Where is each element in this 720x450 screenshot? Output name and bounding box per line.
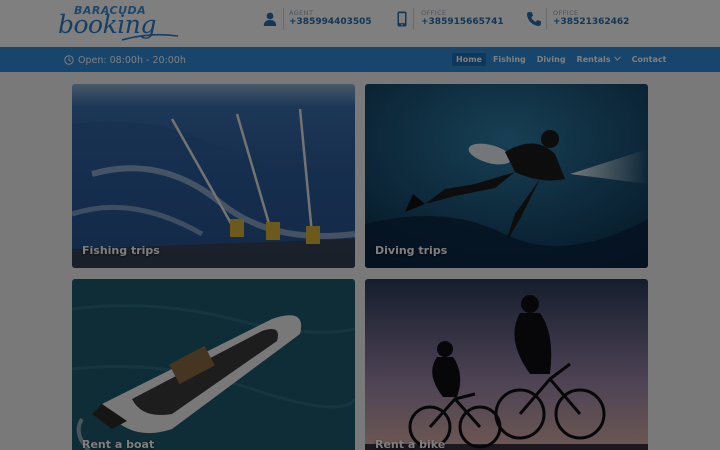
mobile-icon <box>397 11 407 27</box>
clock-icon <box>64 55 74 65</box>
contact-separator <box>413 8 414 30</box>
chevron-down-icon <box>613 56 621 61</box>
diving-trips-image <box>365 84 648 268</box>
main-navbar: Open: 08:00h - 20:00h Home Fishing Divin… <box>0 47 720 72</box>
nav-menu: Home Fishing Diving Rentals Contact <box>452 52 670 67</box>
contact-agent[interactable]: AGENT +385994403505 <box>262 0 382 47</box>
contact-separator <box>283 8 284 30</box>
contact-phone[interactable]: +38521362462 <box>553 17 629 27</box>
card-title: Rent a bike <box>375 438 446 450</box>
fishing-trips-image <box>72 84 355 268</box>
card-rent-a-bike[interactable]: Rent a bike <box>365 279 648 450</box>
nav-item-contact[interactable]: Contact <box>628 53 671 66</box>
contact-phone[interactable]: +385994403505 <box>289 17 372 27</box>
card-fishing-trips[interactable]: Fishing trips <box>72 84 355 268</box>
contact-label: OFFICE <box>553 9 579 17</box>
opening-hours-text: Open: 08:00h - 20:00h <box>78 54 186 66</box>
nav-item-rentals[interactable]: Rentals <box>573 53 625 66</box>
nav-item-rentals-label: Rentals <box>576 55 611 64</box>
card-title: Rent a boat <box>82 438 155 450</box>
opening-hours: Open: 08:00h - 20:00h <box>64 53 186 67</box>
card-title: Fishing trips <box>82 244 160 257</box>
logo-swoosh <box>121 33 179 41</box>
contact-phone[interactable]: +385915665741 <box>421 17 504 27</box>
card-diving-trips[interactable]: Diving trips <box>365 84 648 268</box>
contact-label: OFFICE <box>421 9 447 17</box>
card-title: Diving trips <box>375 244 448 257</box>
rent-a-boat-image <box>72 279 355 450</box>
rent-a-bike-image <box>365 279 648 450</box>
contact-office-mobile[interactable]: OFFICE +385915665741 <box>394 0 514 47</box>
nav-item-home[interactable]: Home <box>452 53 486 66</box>
contact-separator <box>546 8 547 30</box>
nav-item-fishing[interactable]: Fishing <box>489 53 530 66</box>
card-rent-a-boat[interactable]: Rent a boat <box>72 279 355 450</box>
brand-logo[interactable]: BARACUDA booking <box>58 4 179 44</box>
phone-icon <box>527 12 541 26</box>
contact-label: AGENT <box>289 9 314 17</box>
nav-item-diving[interactable]: Diving <box>533 53 570 66</box>
user-icon <box>263 12 277 26</box>
contact-office-phone[interactable]: OFFICE +38521362462 <box>526 0 646 47</box>
site-header: BARACUDA booking AGENT +385994403505 OFF… <box>0 0 720 47</box>
